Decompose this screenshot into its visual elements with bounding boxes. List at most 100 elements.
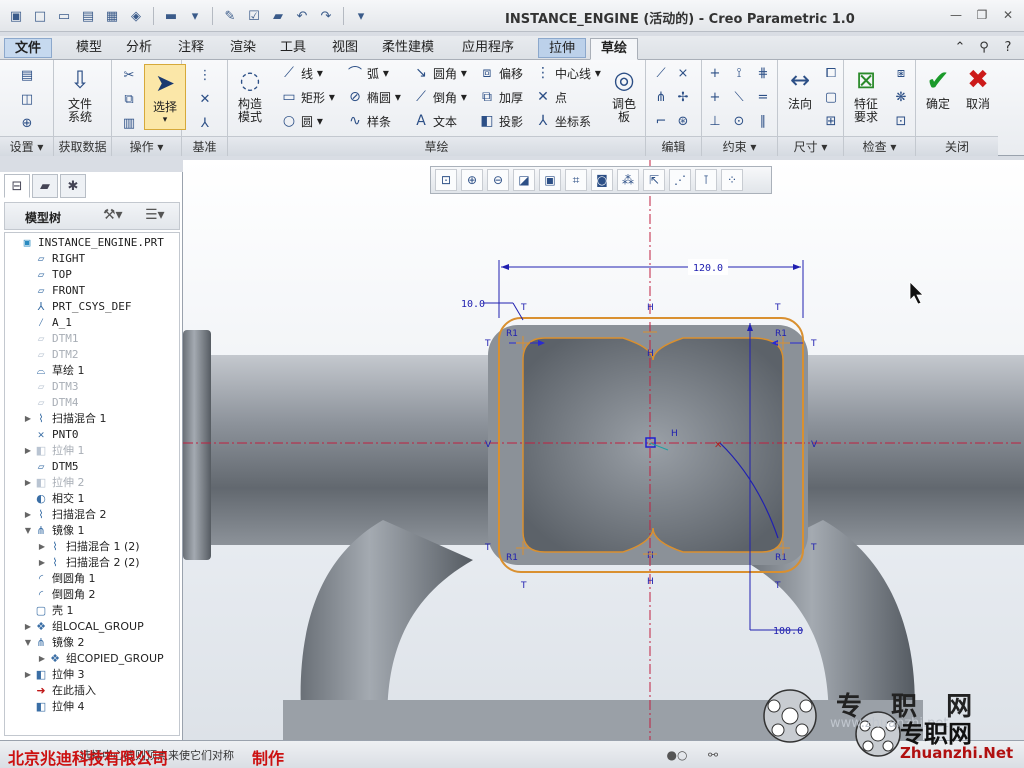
window-icon[interactable]: ▬: [161, 6, 181, 26]
divide-icon[interactable]: ✢: [674, 88, 692, 106]
expand-toggle-icon[interactable]: ▶: [23, 475, 33, 491]
search-icon[interactable]: ⚲: [976, 38, 992, 56]
chamfer-button[interactable]: ⟋ 倒角 ▾: [412, 88, 467, 106]
rotate-resize-icon[interactable]: ⊛: [674, 112, 692, 130]
checkbox-icon[interactable]: ☑: [244, 6, 264, 26]
horizontal-marker[interactable]: H: [647, 577, 654, 587]
tree-node[interactable]: ▱ DTM4: [23, 395, 79, 411]
help-icon[interactable]: ?: [1000, 38, 1016, 56]
tab-extrude[interactable]: 拉伸: [538, 38, 587, 58]
customize-icon[interactable]: ▾: [351, 6, 371, 26]
regenerate-icon[interactable]: ◈: [126, 6, 146, 26]
tree-node[interactable]: ▢ 壳 1: [23, 603, 74, 619]
equal-constraint-icon[interactable]: =: [754, 88, 772, 106]
tree-node[interactable]: ▼ ⋔ 镜像 2: [23, 635, 85, 651]
radius-marker[interactable]: R1: [506, 329, 518, 339]
tree-node[interactable]: ▶ ❖ 组LOCAL_GROUP: [23, 619, 144, 635]
group-label-inspect[interactable]: 检查 ▾: [844, 136, 915, 156]
tree-node[interactable]: ▱ RIGHT: [23, 251, 85, 267]
fillet-button[interactable]: ↘ 圆角 ▾: [412, 64, 467, 82]
view-manager-icon[interactable]: ◙: [591, 169, 613, 191]
overlapping-geometry-icon[interactable]: ⧆: [892, 64, 910, 82]
select-button[interactable]: ➤ 选择 ▾: [144, 64, 186, 130]
references-icon[interactable]: ⊕: [18, 114, 36, 132]
cut-icon[interactable]: ✂: [120, 66, 138, 84]
paste-icon[interactable]: ▥: [120, 114, 138, 132]
expand-toggle-icon[interactable]: ▶: [23, 411, 33, 427]
sketch-viewport[interactable]: 120.0 10.0 100.0 T T T T T T T T H H H H…: [183, 160, 1024, 740]
tree-node[interactable]: ◐ 相交 1: [23, 491, 84, 507]
tree-node[interactable]: ◜ 倒圆角 2: [23, 587, 96, 603]
zoom-in-icon[interactable]: ⊕: [461, 169, 483, 191]
radius-marker[interactable]: R1: [775, 329, 787, 339]
expand-toggle-icon[interactable]: ▶: [37, 539, 47, 555]
sketch-view-icon[interactable]: ◫: [18, 90, 36, 108]
tree-node[interactable]: ▶ ❖ 组COPIED_GROUP: [37, 651, 164, 667]
collapse-toggle-icon[interactable]: ▼: [23, 523, 33, 539]
palette-button[interactable]: ◎ 调色 板: [608, 64, 640, 124]
save-copy-icon[interactable]: ▦: [102, 6, 122, 26]
tree-node[interactable]: ▼ ⋔ 镜像 1: [23, 523, 85, 539]
tree-node[interactable]: ▱ DTM5: [23, 459, 79, 475]
vertical-marker[interactable]: V: [811, 440, 818, 450]
constraint-display-icon[interactable]: ⊺: [695, 169, 717, 191]
redo-icon[interactable]: ↷: [316, 6, 336, 26]
tangent-marker[interactable]: T: [484, 339, 491, 349]
group-label-constrain[interactable]: 约束 ▾: [702, 136, 777, 156]
radius-marker[interactable]: R1: [506, 553, 518, 563]
mirror-icon[interactable]: ⋔: [652, 88, 670, 106]
tangent-marker[interactable]: T: [810, 543, 817, 553]
horizontal-marker[interactable]: H: [671, 429, 678, 439]
app-icon[interactable]: ▣: [6, 6, 26, 26]
dim-offset[interactable]: 10.0: [461, 299, 485, 310]
arc-button[interactable]: ⌒ 弧 ▾: [346, 64, 389, 82]
reference-dimension-icon[interactable]: ▢: [822, 88, 840, 106]
tree-node[interactable]: ⁄ A_1: [23, 315, 72, 331]
tree-node[interactable]: ▶ ◧ 拉伸 1: [23, 443, 85, 459]
tangent-marker[interactable]: T: [774, 303, 781, 313]
perpendicular-constraint-icon[interactable]: ⊥: [706, 112, 724, 130]
open-icon[interactable]: ▭: [54, 6, 74, 26]
datum-display-icon[interactable]: ⁂: [617, 169, 639, 191]
coordinate-system-button[interactable]: ⅄ 坐标系: [534, 112, 591, 130]
midpoint-constraint-icon[interactable]: ⟍: [730, 88, 748, 106]
folder-icon[interactable]: ▰: [268, 6, 288, 26]
dim-width[interactable]: 120.0: [693, 263, 723, 274]
thicken-button[interactable]: ⧉ 加厚: [478, 88, 523, 106]
group-label-dimension[interactable]: 尺寸 ▾: [778, 136, 843, 156]
baseline-icon[interactable]: ⊞: [822, 112, 840, 130]
datum-centerline-icon[interactable]: ⋮: [196, 66, 214, 84]
point-button[interactable]: ✕ 点: [534, 88, 567, 106]
tab-analysis[interactable]: 分析: [116, 38, 162, 58]
tab-applications[interactable]: 应用程序: [452, 38, 524, 58]
tangent-marker[interactable]: T: [774, 581, 781, 591]
project-button[interactable]: ◧ 投影: [478, 112, 523, 130]
tree-node[interactable]: ▶ ◧ 拉伸 3: [23, 667, 85, 683]
perimeter-icon[interactable]: ⧠: [822, 64, 840, 82]
new-icon[interactable]: □: [30, 6, 50, 26]
tree-node[interactable]: ▶ ⌇ 扫描混合 2: [23, 507, 107, 523]
circle-button[interactable]: ○ 圆 ▾: [280, 112, 323, 130]
tree-node[interactable]: ▶ ◧ 拉伸 2: [23, 475, 85, 491]
sketch-setup-icon[interactable]: ▤: [18, 66, 36, 84]
horizontal-marker[interactable]: H: [647, 349, 654, 359]
centerline-button[interactable]: ⋮ 中心线 ▾: [534, 64, 601, 82]
horizontal-constraint-icon[interactable]: +: [706, 88, 724, 106]
horizontal-marker[interactable]: H: [647, 551, 654, 561]
tree-columns-icon[interactable]: ☰▾: [145, 207, 165, 223]
vertical-constraint-icon[interactable]: +: [706, 64, 724, 82]
tree-node[interactable]: ▶ ⌇ 扫描混合 1 (2): [37, 539, 140, 555]
dropdown-icon[interactable]: ▾: [185, 6, 205, 26]
shade-closed-loops-icon[interactable]: ❋: [892, 88, 910, 106]
tangent-constraint-icon[interactable]: ⟟: [730, 64, 748, 82]
save-icon[interactable]: ▤: [78, 6, 98, 26]
parallel-constraint-icon[interactable]: ∥: [754, 112, 772, 130]
display-style-icon[interactable]: ▣: [539, 169, 561, 191]
tab-sketch[interactable]: 草绘: [590, 38, 639, 60]
folder-browser-tab-icon[interactable]: ▰: [32, 174, 58, 198]
restore-icon[interactable]: ❐: [972, 6, 992, 24]
tree-node[interactable]: ✕ PNT0: [23, 427, 79, 443]
tab-model[interactable]: 模型: [66, 38, 112, 58]
dim-height[interactable]: 100.0: [773, 626, 803, 637]
tab-view[interactable]: 视图: [322, 38, 368, 58]
